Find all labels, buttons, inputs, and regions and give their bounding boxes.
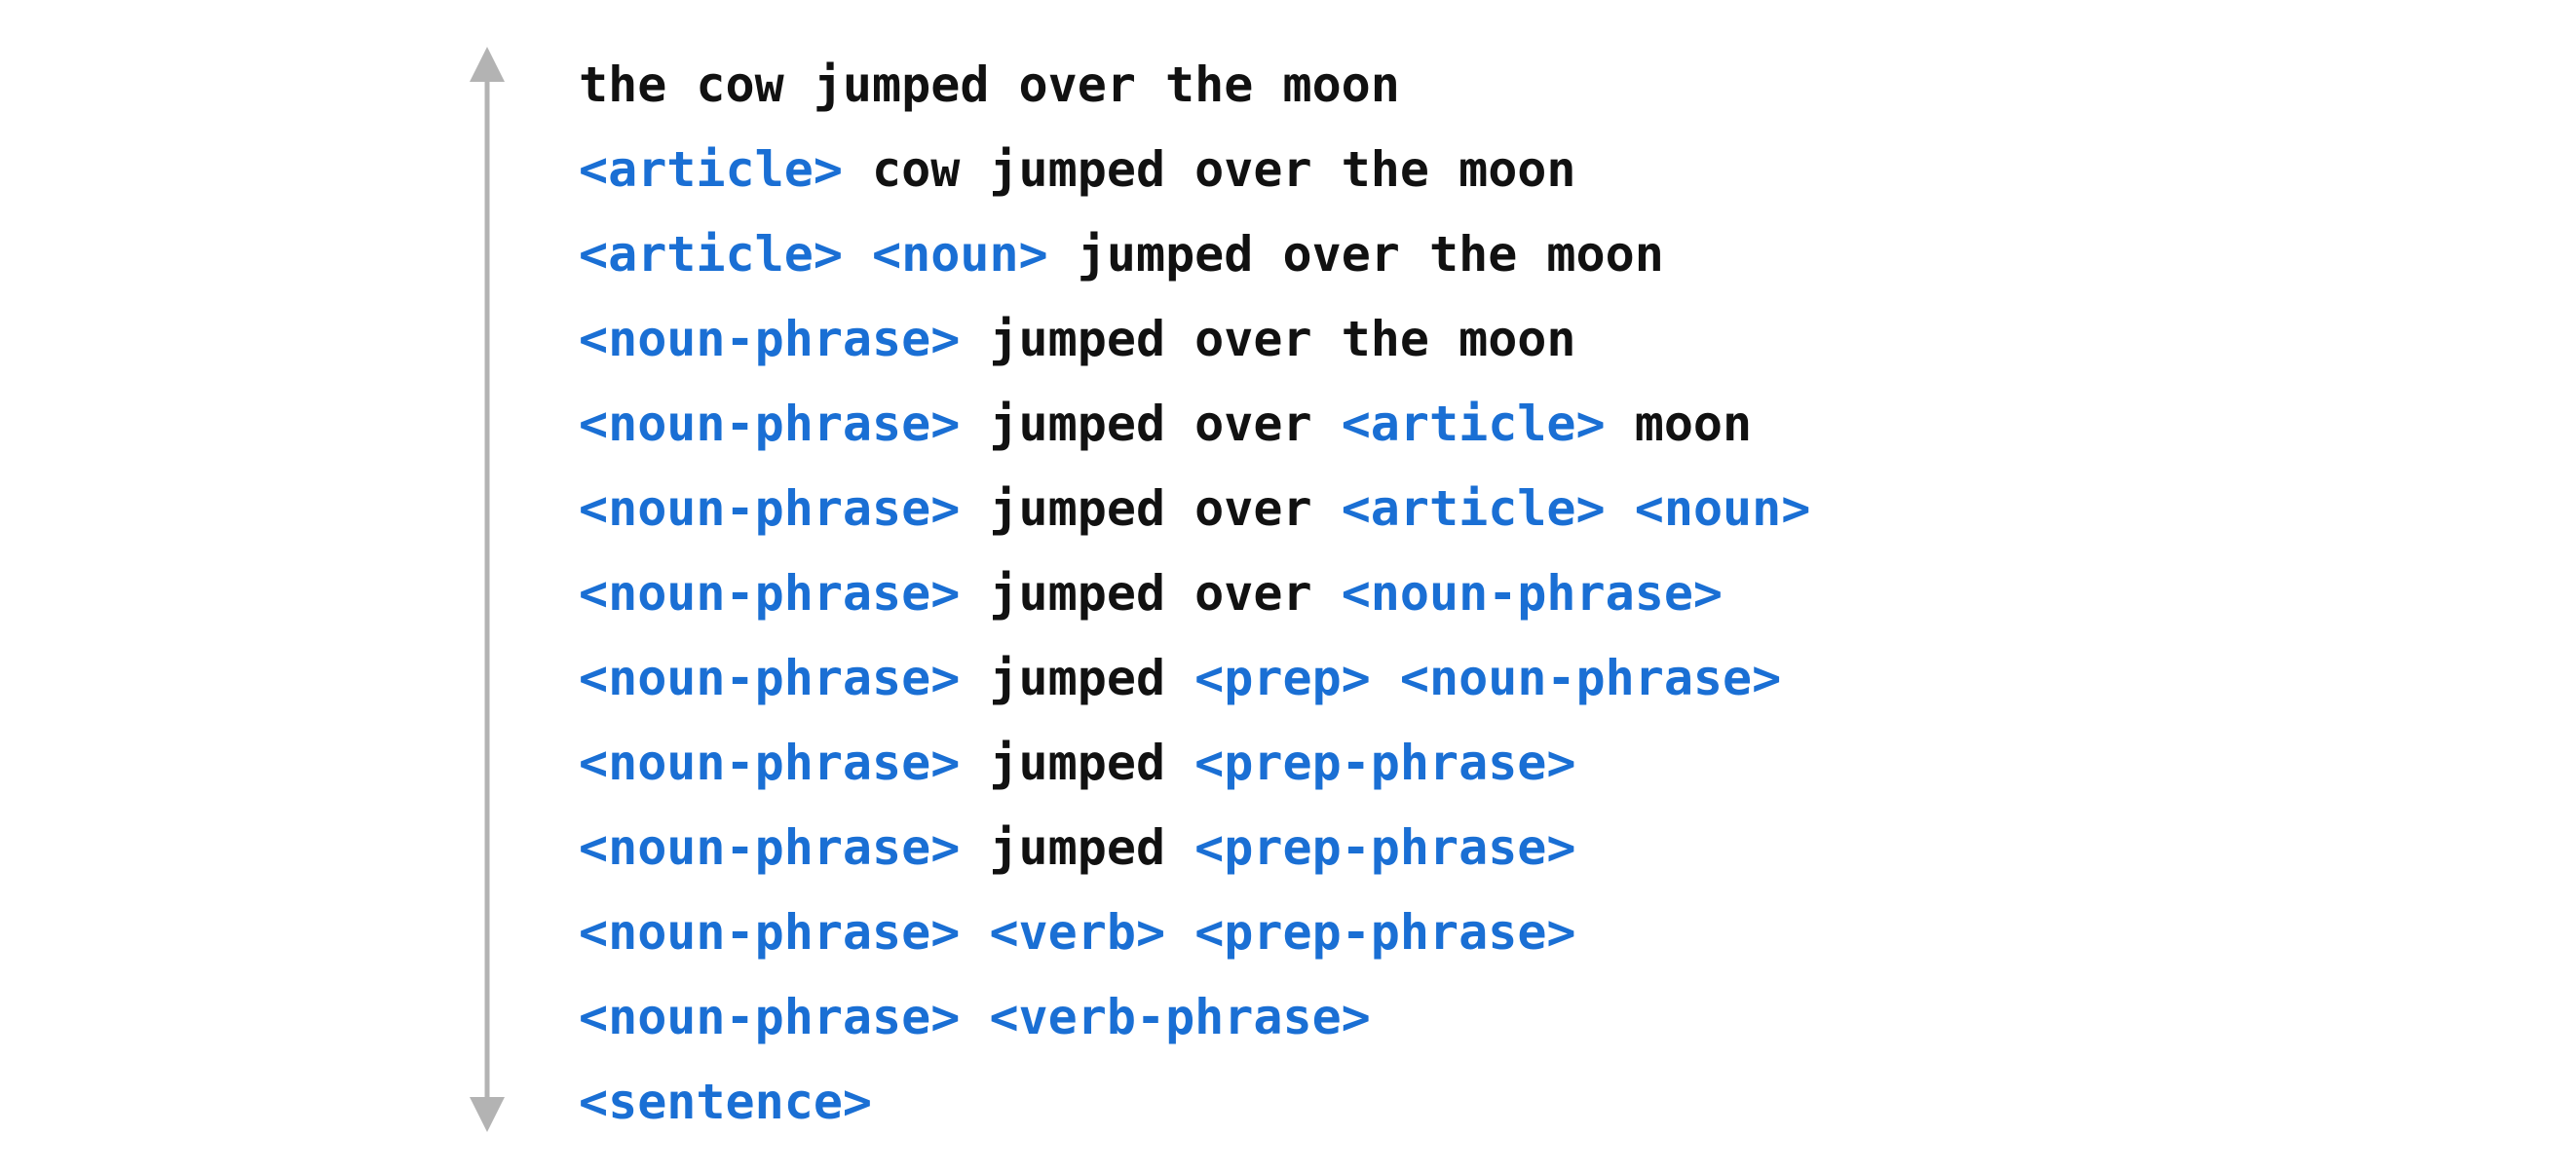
terminal-text: cow jumped over the moon bbox=[842, 141, 1576, 198]
terminal-text: the cow jumped over the moon bbox=[579, 57, 1400, 113]
nonterminal-token: <noun-phrase> bbox=[579, 904, 961, 961]
nonterminal-token: <article> bbox=[1341, 396, 1606, 452]
nonterminal-token: <noun-phrase> bbox=[579, 989, 961, 1045]
derivation-step: <noun-phrase> <verb> <prep-phrase> bbox=[579, 890, 1810, 975]
derivation-step: <noun-phrase> jumped over <article> moon bbox=[579, 382, 1810, 467]
nonterminal-token: <noun> bbox=[872, 226, 1048, 283]
terminal-text: jumped bbox=[960, 819, 1195, 876]
terminal-text: moon bbox=[1605, 396, 1753, 452]
nonterminal-token: <prep-phrase> bbox=[1194, 735, 1576, 791]
derivation-step: <noun-phrase> jumped <prep-phrase> bbox=[579, 806, 1810, 890]
nonterminal-token: <sentence> bbox=[579, 1074, 873, 1130]
nonterminal-token: <noun-phrase> bbox=[579, 565, 961, 622]
terminal-text: jumped bbox=[960, 735, 1195, 791]
terminal-text: jumped over bbox=[960, 565, 1342, 622]
derivation-step: <noun-phrase> jumped over <noun-phrase> bbox=[579, 551, 1810, 636]
terminal-text: jumped bbox=[960, 650, 1195, 706]
arrow-head-down-icon bbox=[470, 1097, 505, 1132]
nonterminal-token: <prep-phrase> bbox=[1194, 904, 1576, 961]
nonterminal-token: <article> bbox=[579, 141, 843, 198]
derivation-step: <noun-phrase> jumped <prep-phrase> bbox=[579, 721, 1810, 806]
derivation-step: <noun-phrase> jumped <prep> <noun-phrase… bbox=[579, 636, 1810, 721]
nonterminal-token: <article> bbox=[1341, 480, 1606, 537]
terminal-text: jumped over bbox=[960, 480, 1342, 537]
nonterminal-token: <noun-phrase> bbox=[579, 650, 961, 706]
derivation-step: the cow jumped over the moon bbox=[579, 43, 1810, 128]
derivation-step: <article> <noun> jumped over the moon bbox=[579, 212, 1810, 297]
nonterminal-token: <prep-phrase> bbox=[1194, 819, 1576, 876]
nonterminal-token: <noun-phrase> bbox=[579, 480, 961, 537]
derivation-step: <noun-phrase> jumped over the moon bbox=[579, 297, 1810, 382]
terminal-text: jumped over the moon bbox=[960, 311, 1576, 367]
derivation-step: <noun-phrase> jumped over <article> <nou… bbox=[579, 467, 1810, 551]
terminal-text: jumped over the moon bbox=[1047, 226, 1664, 283]
nonterminal-token: <noun-phrase> bbox=[579, 819, 961, 876]
double-headed-arrow bbox=[470, 47, 505, 1132]
nonterminal-token: <verb-phrase> bbox=[989, 989, 1371, 1045]
derivation-step: <noun-phrase> <verb-phrase> bbox=[579, 975, 1810, 1060]
terminal-text: jumped over bbox=[960, 396, 1342, 452]
nonterminal-token: <noun-phrase> bbox=[1399, 650, 1782, 706]
nonterminal-token: <noun-phrase> bbox=[579, 735, 961, 791]
arrow-head-up-icon bbox=[470, 47, 505, 82]
nonterminal-token: <noun-phrase> bbox=[579, 311, 961, 367]
derivation-step: <article> cow jumped over the moon bbox=[579, 128, 1810, 212]
nonterminal-token: <noun> bbox=[1634, 480, 1811, 537]
nonterminal-token: <article> bbox=[579, 226, 843, 283]
derivation-step: <sentence> bbox=[579, 1060, 1810, 1145]
derivation-steps: the cow jumped over the moon <article> co… bbox=[579, 43, 1810, 1145]
nonterminal-token: <noun-phrase> bbox=[579, 396, 961, 452]
nonterminal-token: <verb> bbox=[989, 904, 1166, 961]
nonterminal-token: <noun-phrase> bbox=[1341, 565, 1724, 622]
nonterminal-token: <prep> bbox=[1194, 650, 1371, 706]
